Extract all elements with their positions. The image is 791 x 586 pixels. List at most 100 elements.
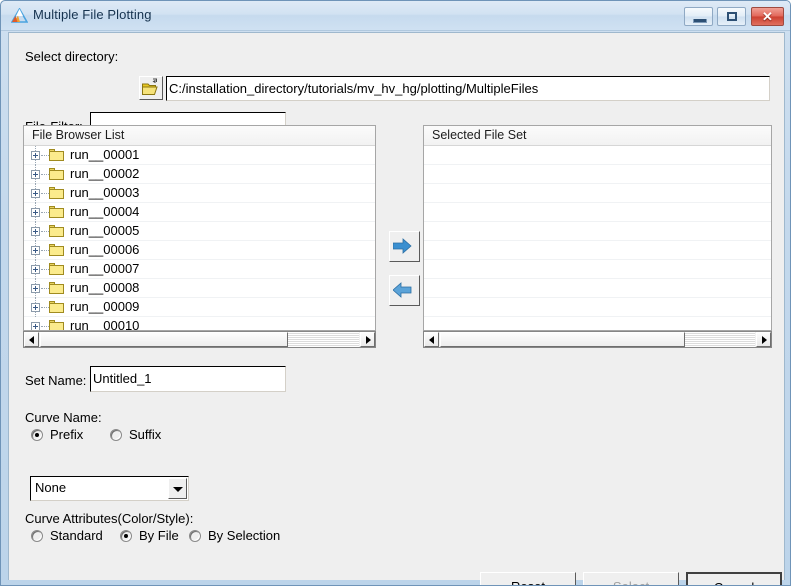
curve-name-dropdown-value: None	[35, 480, 67, 495]
expand-plus-icon[interactable]	[31, 208, 40, 217]
tree-connector	[41, 307, 49, 309]
triangle-left-icon	[29, 336, 34, 344]
curve-name-prefix-radio[interactable]: Prefix	[31, 427, 109, 444]
tree-item[interactable]: run__00002	[24, 165, 375, 184]
folder-icon	[49, 149, 64, 161]
selected-empty-row	[424, 260, 771, 279]
expand-plus-icon[interactable]	[31, 151, 40, 160]
tree-item[interactable]: run__00001	[24, 146, 375, 165]
tree-item[interactable]: run__00009	[24, 298, 375, 317]
maximize-button[interactable]	[717, 7, 746, 26]
file-browser-hscrollbar[interactable]	[23, 331, 376, 348]
title-bar: Multiple File Plotting ✕	[1, 1, 790, 31]
chevron-down-icon[interactable]	[168, 478, 187, 499]
selected-file-set-list[interactable]	[424, 146, 771, 330]
expand-plus-icon[interactable]	[31, 170, 40, 179]
select-directory-label: Select directory:	[25, 49, 119, 64]
curve-attr-byselection-radio[interactable]: By Selection	[189, 528, 299, 545]
selected-empty-row	[424, 203, 771, 222]
radio-indicator	[110, 429, 122, 441]
folder-icon	[49, 206, 64, 218]
select-button: Select	[583, 572, 679, 585]
tree-item[interactable]: run__00005	[24, 222, 375, 241]
tree-item[interactable]: run__00007	[24, 260, 375, 279]
tree-item-label: run__00005	[70, 223, 140, 238]
folder-icon	[49, 282, 64, 294]
app-triangle-icon	[10, 7, 29, 24]
scroll-left-button[interactable]	[24, 332, 39, 347]
folder-icon	[49, 168, 64, 180]
curve-name-dropdown[interactable]: None	[30, 476, 189, 501]
curve-name-suffix-label: Suffix	[129, 427, 162, 442]
curve-attr-standard-radio[interactable]: Standard	[31, 528, 126, 545]
selected-file-set-hscrollbar[interactable]	[423, 331, 772, 348]
triangle-right-icon	[762, 336, 767, 344]
tree-item-label: run__00004	[70, 204, 140, 219]
radio-indicator	[120, 530, 132, 542]
tree-item[interactable]: run__00004	[24, 203, 375, 222]
tree-connector	[41, 174, 49, 176]
tree-item-label: run__00006	[70, 242, 140, 257]
close-button[interactable]: ✕	[751, 7, 784, 26]
file-browser-header: File Browser List	[24, 126, 375, 146]
tree-item-label: run__00001	[70, 147, 140, 162]
tree-connector	[41, 250, 49, 252]
add-to-selection-button[interactable]	[389, 231, 420, 262]
triangle-right-icon	[366, 336, 371, 344]
tree-connector	[41, 193, 49, 195]
window-title: Multiple File Plotting	[33, 7, 152, 22]
tree-item-label: run__00002	[70, 166, 140, 181]
folder-icon	[49, 263, 64, 275]
folder-icon	[49, 320, 64, 330]
curve-attr-standard-label: Standard	[50, 528, 103, 543]
curve-attr-byselection-label: By Selection	[208, 528, 281, 543]
minimize-button[interactable]	[684, 7, 713, 26]
tree-item[interactable]: run__00008	[24, 279, 375, 298]
expand-plus-icon[interactable]	[31, 322, 40, 330]
expand-plus-icon[interactable]	[31, 227, 40, 236]
tree-connector	[41, 269, 49, 271]
reset-button[interactable]: Reset	[480, 572, 576, 585]
set-name-input[interactable]: Untitled_1	[90, 366, 286, 392]
set-name-label: Set Name:	[25, 373, 87, 388]
tree-connector	[41, 212, 49, 214]
scroll-thumb[interactable]	[40, 332, 288, 347]
tree-item-label: run__00010	[70, 318, 140, 330]
directory-path-input[interactable]: C:/installation_directory/tutorials/mv_h…	[166, 76, 770, 101]
expand-plus-icon[interactable]	[31, 246, 40, 255]
curve-attr-byfile-radio[interactable]: By File	[120, 528, 196, 545]
curve-name-suffix-radio[interactable]: Suffix	[110, 427, 188, 444]
tree-connector	[41, 326, 49, 328]
remove-from-selection-button[interactable]	[389, 275, 420, 306]
maximize-icon	[727, 12, 737, 21]
triangle-left-icon	[429, 336, 434, 344]
file-browser-list[interactable]: run__00001 run__00002 run__00003 run__00004…	[24, 146, 375, 330]
selected-empty-row	[424, 184, 771, 203]
selected-empty-row	[424, 298, 771, 317]
scroll-right-button[interactable]	[756, 332, 771, 347]
cancel-button[interactable]: Cancel	[686, 572, 782, 585]
application-window: Multiple File Plotting ✕ Select director…	[0, 0, 791, 586]
expand-plus-icon[interactable]	[31, 303, 40, 312]
curve-name-prefix-label: Prefix	[50, 427, 84, 442]
tree-connector	[41, 155, 49, 157]
browse-directory-button[interactable]	[139, 76, 163, 100]
curve-name-label: Curve Name:	[25, 410, 102, 425]
tree-item[interactable]: run__00006	[24, 241, 375, 260]
tree-item[interactable]: run__00010	[24, 317, 375, 330]
expand-plus-icon[interactable]	[31, 189, 40, 198]
folder-icon	[49, 301, 64, 313]
file-browser-panel: File Browser List run__00001 run__00002 ru…	[23, 125, 376, 331]
selected-empty-row	[424, 241, 771, 260]
scroll-left-button[interactable]	[424, 332, 439, 347]
tree-connector	[41, 231, 49, 233]
expand-plus-icon[interactable]	[31, 284, 40, 293]
tree-item[interactable]: run__00003	[24, 184, 375, 203]
radio-indicator	[189, 530, 201, 542]
tree-connector	[41, 288, 49, 290]
tree-item-label: run__00007	[70, 261, 140, 276]
scroll-right-button[interactable]	[360, 332, 375, 347]
expand-plus-icon[interactable]	[31, 265, 40, 274]
scroll-thumb[interactable]	[440, 332, 685, 347]
folder-icon	[49, 225, 64, 237]
